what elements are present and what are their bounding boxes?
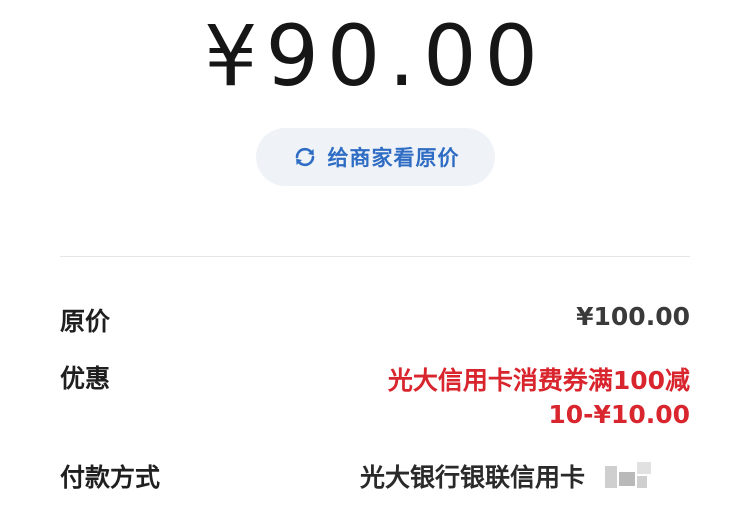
- masked-card-number: [605, 462, 655, 492]
- discount-value-line1: 光大信用卡消费券满100减: [387, 366, 690, 395]
- payment-amount: ¥90.00: [204, 7, 546, 105]
- show-original-price-label: 给商家看原价: [327, 146, 460, 170]
- original-price-value: ¥100.00: [576, 302, 690, 331]
- show-original-price-button[interactable]: 给商家看原价: [256, 128, 495, 186]
- discount-value-line2: 10-¥10.00: [548, 400, 690, 429]
- payment-method-value[interactable]: 光大银行银联信用卡: [360, 458, 585, 494]
- refresh-icon: [292, 144, 318, 170]
- payment-method-label: 付款方式: [60, 463, 161, 492]
- divider: [60, 256, 690, 257]
- original-price-label: 原价: [60, 307, 111, 336]
- discount-label: 优惠: [60, 364, 111, 393]
